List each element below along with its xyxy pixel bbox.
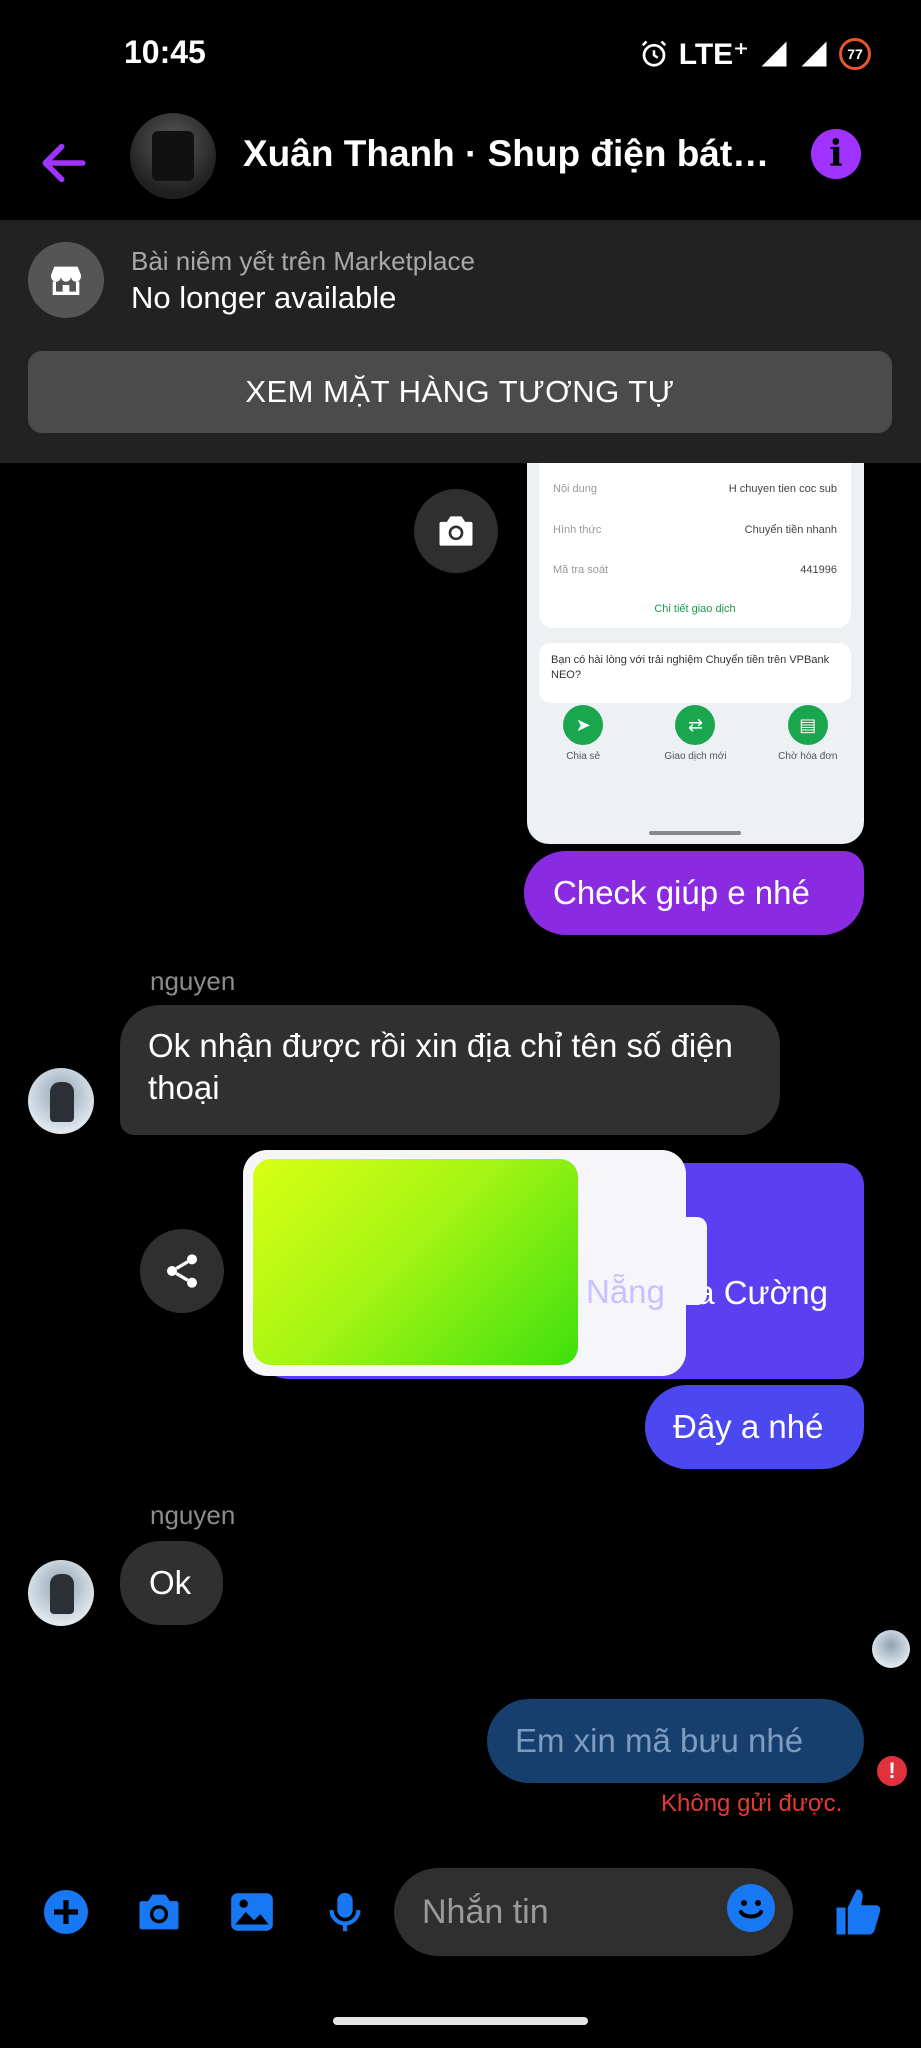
plus-icon[interactable] <box>36 1882 96 1942</box>
camera-icon[interactable] <box>414 489 498 573</box>
home-indicator[interactable] <box>333 2017 588 2025</box>
microphone-icon[interactable] <box>315 1882 375 1942</box>
send-error-text[interactable]: Không gửi được. <box>661 1790 842 1818</box>
conversation-header: Xuân Thanh · Shup điện bát 3... i <box>0 105 921 220</box>
transaction-row: Nội dung H chuyen tien coc sub <box>553 483 837 495</box>
sender-avatar[interactable] <box>28 1068 94 1134</box>
redaction-fill <box>253 1159 578 1365</box>
seen-avatar <box>872 1630 910 1668</box>
image-attachment[interactable]: Nội dung H chuyen tien coc sub Hình thức C… <box>527 463 864 844</box>
battery-level: 77 <box>847 46 863 62</box>
share-icon[interactable] <box>140 1229 224 1313</box>
store-icon <box>28 242 104 318</box>
transaction-actions: ➤ Chia sẻ ⇄ Giao dịch mới ▤ Chờ hóa đơn <box>527 705 864 805</box>
battery-icon: 77 <box>839 38 871 70</box>
incoming-message[interactable]: Ok nhận được rồi xin địa chỉ tên số điện… <box>120 1005 780 1135</box>
contact-avatar[interactable] <box>130 113 216 199</box>
status-time: 10:45 <box>124 34 206 70</box>
marketplace-banner: Bài niêm yết trên Marketplace No longer … <box>0 220 921 463</box>
outgoing-message[interactable]: Check giúp e nhé <box>524 851 864 935</box>
signal-icon <box>761 41 787 67</box>
sender-name: nguyen <box>150 966 236 996</box>
thumbs-up-icon[interactable] <box>829 1882 889 1942</box>
alarm-icon <box>641 40 666 67</box>
network-type: LTE⁺ <box>678 37 749 71</box>
receipt-icon: ▤ <box>787 705 828 745</box>
emoji-icon[interactable] <box>727 1884 775 1932</box>
transaction-row: Hình thức Chuyển tiền nhanh <box>553 524 837 536</box>
signal-icon-2 <box>801 41 827 67</box>
info-icon[interactable]: i <box>811 129 861 179</box>
camera-icon[interactable] <box>129 1882 189 1942</box>
sender-avatar[interactable] <box>28 1560 94 1626</box>
share-action: ➤ Chia sẻ <box>538 705 628 805</box>
listing-status: No longer available <box>131 280 397 315</box>
outgoing-message[interactable]: Đây a nhé <box>645 1385 864 1469</box>
transaction-details-link: Chi tiết giao dịch <box>654 603 736 615</box>
failed-message[interactable]: Em xin mã bưu nhé <box>487 1699 864 1783</box>
conversation-title[interactable]: Xuân Thanh · Shup điện bát 3... <box>243 133 773 175</box>
image-icon[interactable] <box>222 1882 282 1942</box>
incoming-message[interactable]: Ok <box>120 1541 223 1625</box>
invoice-action: ▤ Chờ hóa đơn <box>763 705 853 805</box>
arrow-left-icon <box>42 143 86 183</box>
marketplace-subtitle: Bài niêm yết trên Marketplace <box>131 246 475 276</box>
status-icons: LTE⁺ 77 <box>639 34 871 74</box>
sender-name: nguyen <box>150 1500 236 1530</box>
see-similar-items-button[interactable]: XEM MẶT HÀNG TƯƠNG TỰ <box>28 351 892 433</box>
send-icon: ➤ <box>563 705 604 745</box>
new-transaction-action: ⇄ Giao dịch mới <box>650 705 740 805</box>
transaction-row: Mã tra soát 441996 <box>553 564 837 576</box>
message-composer <box>0 1862 921 1962</box>
message-text-line2: Nẵng <box>586 1273 665 1310</box>
status-bar: 10:45 LTE⁺ 77 <box>0 0 921 105</box>
survey-card: Bạn có hài lòng với trải nghiệm Chuyển t… <box>539 643 851 703</box>
swap-icon: ⇄ <box>675 705 716 745</box>
back-button[interactable] <box>36 135 92 191</box>
error-icon[interactable]: ! <box>877 1756 907 1786</box>
transaction-card: Nội dung H chuyen tien coc sub Hình thức C… <box>539 463 851 628</box>
gesture-bar <box>649 831 741 835</box>
